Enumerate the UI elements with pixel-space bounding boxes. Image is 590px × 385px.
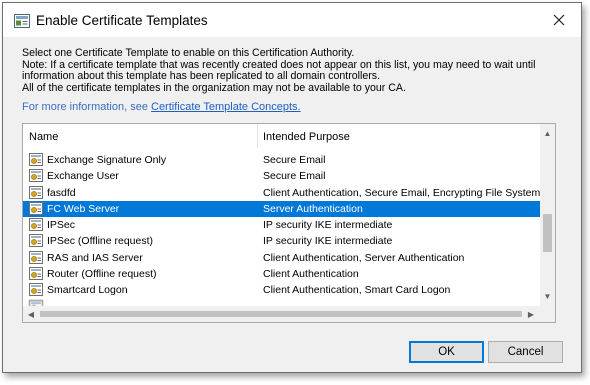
- template-name: IPSec (Offline request): [47, 235, 154, 248]
- scroll-down-button[interactable]: ▼: [540, 289, 555, 304]
- more-info-prefix: For more information, see: [22, 101, 151, 113]
- chevron-left-icon: ◀: [27, 309, 35, 319]
- scrollbar-corner: [540, 306, 555, 322]
- template-row[interactable]: Smartcard Logon Client Authentication, Sm…: [23, 282, 540, 298]
- certificate-template-icon: [29, 201, 43, 215]
- vertical-scroll-thumb[interactable]: [543, 214, 552, 252]
- chevron-right-icon: ▶: [527, 309, 535, 319]
- ok-button[interactable]: OK: [409, 341, 484, 363]
- column-divider[interactable]: [257, 124, 258, 148]
- template-intended-purpose: Client Authentication, Smart Card Logon: [263, 284, 451, 297]
- template-row[interactable]: IPSec (Offline request) IP security IKE i…: [23, 233, 540, 249]
- template-row[interactable]: IPSec IP security IKE intermediate: [23, 217, 540, 233]
- scroll-right-button[interactable]: ▶: [523, 306, 539, 322]
- certificate-template-icon: [29, 250, 43, 264]
- template-name: Exchange User: [47, 170, 119, 183]
- template-name: fasdfd: [47, 186, 76, 199]
- chevron-up-icon: ▲: [543, 129, 552, 138]
- dialog-title: Enable Certificate Templates: [36, 13, 208, 28]
- certificate-template-icon: [29, 185, 43, 199]
- instruction-line: All of the certificate templates in the …: [22, 81, 406, 94]
- instruction-line: Select one Certificate Template to enabl…: [22, 47, 355, 59]
- certificate-template-icon: [29, 153, 43, 166]
- template-intended-purpose: Secure Email: [263, 170, 326, 183]
- certificate-template-icon: [29, 267, 43, 281]
- instructions-text: Select one Certificate Template to enabl…: [22, 47, 562, 94]
- horizontal-scrollbar[interactable]: ◀ ▶: [23, 306, 540, 322]
- scroll-up-button[interactable]: ▲: [540, 126, 555, 141]
- template-name: Exchange Signature Only: [47, 154, 167, 166]
- template-intended-purpose: IP security IKE intermediate: [263, 235, 393, 248]
- template-intended-purpose: IP security IKE intermediate: [263, 219, 393, 232]
- certificate-template-concepts-link[interactable]: Certificate Template Concepts.: [151, 101, 301, 113]
- template-intended-purpose: Client Authentication, Secure Email, Enc…: [263, 186, 541, 199]
- template-name: IPSec: [47, 219, 76, 232]
- template-row[interactable]: fasdfd Client Authentication, Secure Emai…: [23, 185, 540, 201]
- template-intended-purpose: Secure Email: [263, 154, 326, 166]
- template-name: RAS and IAS Server: [47, 251, 143, 264]
- list-rows: Exchange Signature Only Secure Email Excha…: [23, 152, 540, 315]
- template-row[interactable]: Exchange Signature Only Secure Email: [23, 152, 540, 168]
- close-button[interactable]: [537, 3, 581, 37]
- certificate-template-icon: [29, 234, 43, 248]
- template-name: Router (Offline request): [47, 268, 157, 281]
- template-intended-purpose: Client Authentication: [263, 268, 359, 281]
- certificate-template-list[interactable]: Name Intended Purpose Exchange Signature…: [22, 123, 556, 323]
- template-name: Smartcard Logon: [47, 284, 128, 297]
- column-header-name[interactable]: Name: [29, 131, 58, 143]
- scroll-left-button[interactable]: ◀: [23, 306, 39, 322]
- list-header: Name Intended Purpose: [23, 124, 540, 148]
- close-icon: [553, 14, 565, 26]
- horizontal-scroll-thumb[interactable]: [40, 311, 522, 317]
- template-row[interactable]: RAS and IAS Server Client Authentication,…: [23, 250, 540, 266]
- template-name: FC Web Server: [47, 202, 120, 215]
- cancel-button[interactable]: Cancel: [488, 341, 563, 363]
- template-intended-purpose: Server Authentication: [263, 202, 363, 215]
- template-intended-purpose: Client Authentication, Server Authentica…: [263, 251, 465, 264]
- chevron-down-icon: ▼: [543, 292, 552, 301]
- enable-certificate-templates-dialog: Enable Certificate Templates Select one …: [2, 2, 582, 373]
- certificate-authority-icon: [14, 14, 30, 28]
- template-row[interactable]: Router (Offline request) Client Authentic…: [23, 266, 540, 282]
- certificate-template-icon: [29, 169, 43, 183]
- certificate-template-icon: [29, 283, 43, 297]
- column-header-intended-purpose[interactable]: Intended Purpose: [263, 131, 350, 143]
- more-info-text: For more information, see Certificate Te…: [22, 101, 301, 113]
- template-row[interactable]: Exchange User Secure Email: [23, 168, 540, 184]
- vertical-scrollbar[interactable]: ▲ ▼: [540, 124, 555, 306]
- title-bar[interactable]: Enable Certificate Templates: [3, 3, 581, 37]
- template-row[interactable]: FC Web Server Server Authentication: [23, 200, 540, 218]
- certificate-template-icon: [29, 218, 43, 232]
